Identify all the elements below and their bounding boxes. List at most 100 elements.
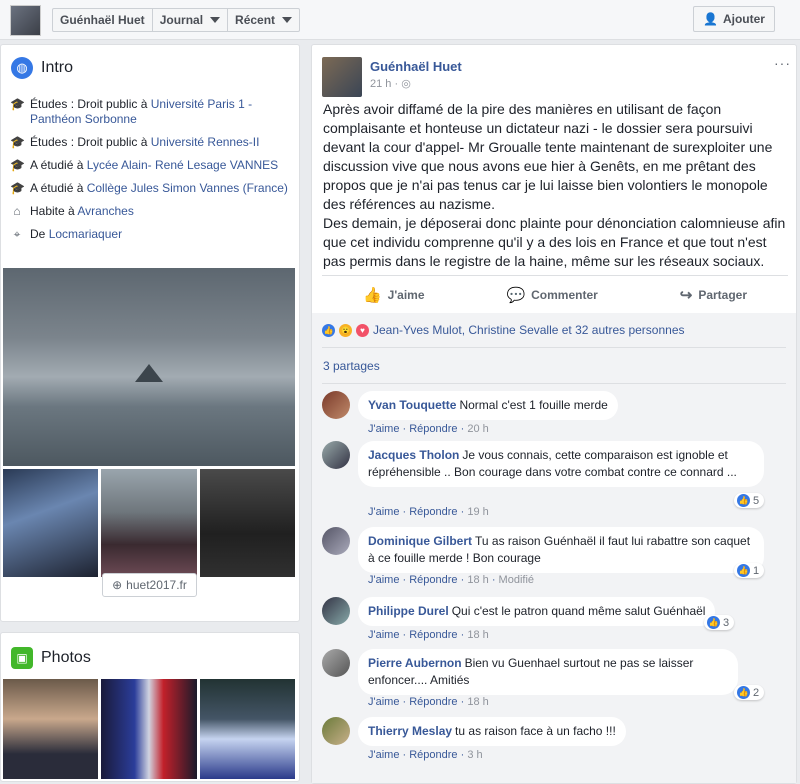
commenter-avatar[interactable] — [322, 649, 350, 677]
profile-nav-group: Guénhaël Huet Journal Récent — [52, 8, 301, 32]
info-item-school: 🎓 A étudié à Lycée Alain- René Lesage VAN… — [10, 158, 290, 173]
photos-card: ▣ Photos — [0, 632, 300, 782]
featured-thumbnail[interactable] — [101, 469, 197, 577]
globe-icon: ⊕ — [112, 578, 123, 592]
commenter-avatar[interactable] — [322, 441, 350, 469]
comment-reaction-count[interactable]: 👍 1 — [734, 563, 765, 578]
comment-like-link[interactable]: J'aime — [368, 749, 399, 761]
featured-photo-thumbnails — [3, 469, 295, 577]
commenter-name[interactable]: Jacques Tholon — [368, 448, 459, 462]
commenter-name[interactable]: Yvan Touquette — [368, 398, 456, 412]
photos-title[interactable]: Photos — [41, 649, 91, 667]
reactions-and-comments: 👍 😮 ♥ Jean-Yves Mulot, Christine Sevalle… — [312, 313, 796, 783]
comment-time[interactable]: 3 h — [467, 749, 482, 761]
comment-label: Commenter — [531, 287, 598, 302]
info-item-lives-in: ⌂ Habite à Avranches — [10, 204, 290, 219]
info-link[interactable]: Avranches — [77, 204, 133, 218]
comment-reply-link[interactable]: Répondre — [409, 749, 457, 761]
photo-thumbnail[interactable] — [101, 679, 197, 779]
share-icon: ↪ — [679, 286, 693, 304]
post-author-name[interactable]: Guénhaël Huet — [370, 59, 462, 74]
comment-time[interactable]: 20 h — [467, 423, 488, 435]
comment-actions: J'aime · Répondre · 18 h — [368, 696, 489, 708]
profile-avatar-small[interactable] — [10, 5, 41, 36]
featured-thumbnail[interactable] — [3, 469, 99, 577]
shares-count[interactable]: 3 partages — [323, 359, 380, 373]
info-link[interactable]: Lycée Alain- René Lesage VANNES — [87, 158, 278, 172]
comment-time[interactable]: 18 h — [467, 696, 488, 708]
website-link[interactable]: ⊕ huet2017.fr — [102, 573, 197, 597]
comment-reply-link[interactable]: Répondre — [409, 574, 457, 586]
comment-like-count: 3 — [723, 616, 730, 629]
commenter-avatar[interactable] — [322, 391, 350, 419]
globe-icon: ◍ — [11, 57, 33, 79]
photos-header: ▣ Photos — [11, 647, 91, 669]
comment-actions: J'aime · Répondre · 18 h · Modifié — [368, 574, 535, 586]
comment-time[interactable]: 18 h — [467, 629, 488, 641]
like-reaction-icon: 👍 — [737, 494, 750, 507]
divider — [322, 347, 786, 348]
like-reaction-icon: 👍 — [322, 323, 335, 337]
commenter-name[interactable]: Dominique Gilbert — [368, 534, 472, 548]
home-icon: ⌂ — [13, 204, 21, 218]
info-link[interactable]: Locmariaquer — [49, 227, 122, 241]
like-reaction-icon: 👍 — [737, 686, 750, 699]
reactions-summary[interactable]: 👍 😮 ♥ Jean-Yves Mulot, Christine Sevalle… — [322, 323, 685, 337]
info-prefix: Études : Droit public à — [30, 135, 151, 149]
commenter-name[interactable]: Thierry Meslay — [368, 724, 452, 738]
intro-title: Intro — [41, 59, 74, 76]
info-link[interactable]: Université Rennes-II — [151, 135, 260, 149]
more-options-icon[interactable]: ··· — [774, 55, 791, 71]
intro-info-list: 🎓 Études : Droit public à Université Pari… — [10, 97, 290, 250]
add-friend-icon: 👤 — [703, 12, 718, 26]
wow-reaction-icon: 😮 — [339, 323, 352, 337]
post-body-paragraph: Après avoir diffamé de la pire des maniè… — [323, 101, 773, 212]
journal-dropdown[interactable]: Journal — [153, 9, 229, 31]
comment-bubble: Philippe Durel Qui c'est le patron quand … — [358, 597, 716, 626]
commenter-avatar[interactable] — [322, 717, 350, 745]
comment-like-link[interactable]: J'aime — [368, 423, 399, 435]
info-item-education: 🎓 Études : Droit public à Université Pari… — [10, 97, 290, 127]
photo-thumbnail[interactable] — [3, 679, 99, 779]
comment-icon: 💬 — [506, 286, 526, 304]
info-link[interactable]: Collège Jules Simon Vannes (France) — [87, 181, 288, 195]
comment-reaction-count[interactable]: 👍 3 — [704, 615, 735, 630]
share-button[interactable]: ↪ Partager — [680, 286, 747, 304]
share-label: Partager — [698, 287, 748, 302]
profile-name-link[interactable]: Guénhaël Huet — [53, 9, 153, 31]
recent-dropdown[interactable]: Récent — [228, 9, 299, 31]
comment-actions: J'aime · Répondre · 18 h — [368, 629, 489, 641]
website-label: huet2017.fr — [126, 578, 187, 592]
comment-reply-link[interactable]: Répondre — [409, 423, 457, 435]
comment-reaction-count[interactable]: 👍 2 — [734, 685, 765, 700]
comment-button[interactable]: 💬 Commenter — [506, 286, 597, 304]
comment-reply-link[interactable]: Répondre — [409, 696, 457, 708]
comment-text: Qui c'est le patron quand même salut Gué… — [451, 604, 706, 618]
comment-like-link[interactable]: J'aime — [368, 574, 399, 586]
comment-like-link[interactable]: J'aime — [368, 696, 399, 708]
commenter-name[interactable]: Philippe Durel — [368, 604, 449, 618]
comment-reply-link[interactable]: Répondre — [409, 506, 457, 518]
comment-like-link[interactable]: J'aime — [368, 629, 399, 641]
post-body-paragraph: Des demain, je déposerai donc plainte po… — [323, 215, 786, 269]
add-friend-button[interactable]: 👤 Ajouter — [693, 6, 775, 32]
info-prefix: A étudié à — [30, 181, 87, 195]
photos-grid — [3, 679, 295, 779]
comment-actions: J'aime · Répondre · 3 h — [368, 749, 483, 761]
post-author-avatar[interactable] — [322, 57, 362, 97]
comment-time[interactable]: 19 h — [467, 506, 488, 518]
commenter-name[interactable]: Pierre Aubernon — [368, 656, 462, 670]
post-timestamp[interactable]: 21 h — [370, 78, 391, 90]
featured-thumbnail[interactable] — [199, 469, 295, 577]
comment-reaction-count[interactable]: 👍 5 — [734, 493, 765, 508]
comment-time[interactable]: 18 h — [467, 574, 488, 586]
commenter-avatar[interactable] — [322, 597, 350, 625]
comment-like-link[interactable]: J'aime — [368, 506, 399, 518]
comment-reply-link[interactable]: Répondre — [409, 629, 457, 641]
featured-photo-mont-saint-michel[interactable] — [3, 268, 295, 466]
commenter-avatar[interactable] — [322, 527, 350, 555]
photo-thumbnail[interactable] — [199, 679, 295, 779]
add-friend-label: Ajouter — [722, 12, 765, 26]
graduation-cap-icon: 🎓 — [10, 135, 25, 149]
like-button[interactable]: 👍 J'aime — [363, 286, 425, 304]
